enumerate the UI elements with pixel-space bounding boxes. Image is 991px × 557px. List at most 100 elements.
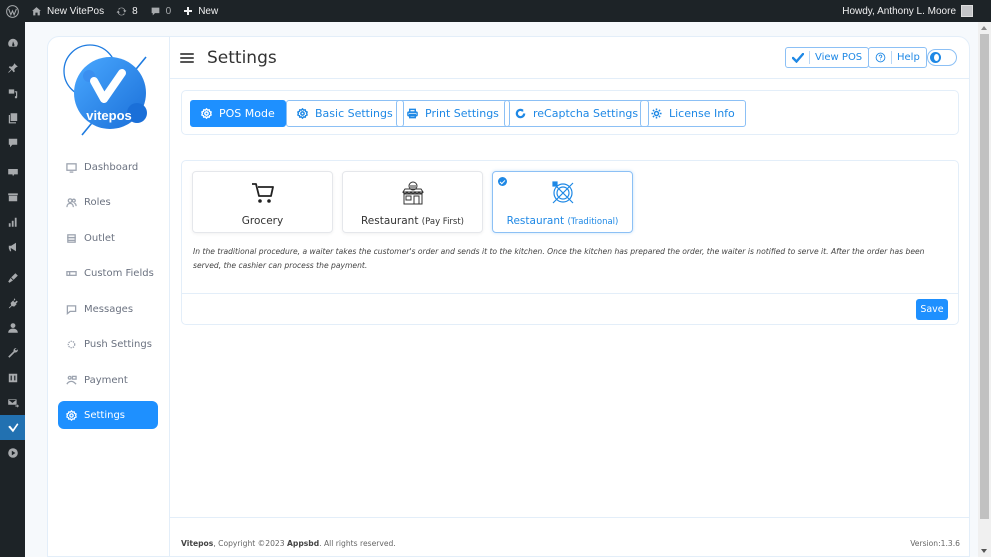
tab-basic-settings[interactable]: Basic Settings — [286, 100, 404, 127]
site-name: New VitePos — [47, 5, 105, 17]
sidebar-item-label: Roles — [84, 196, 111, 208]
field-icon — [66, 270, 77, 276]
menu-users[interactable] — [0, 315, 25, 340]
mode-option-grocery[interactable]: Grocery — [192, 171, 333, 233]
page-title: Settings — [207, 47, 277, 68]
copyright-end: . All rights reserved. — [319, 539, 396, 548]
pages-icon — [8, 112, 17, 123]
dashboard-icon — [7, 38, 18, 47]
push-icon — [67, 340, 76, 348]
menu-media[interactable] — [0, 80, 25, 105]
divider — [809, 51, 810, 64]
menu-settings[interactable] — [0, 365, 25, 390]
sidebar-item-label: Messages — [84, 303, 134, 315]
sidebar-item-label: Settings — [84, 409, 126, 421]
plus-icon — [184, 7, 193, 15]
menu-dashboard[interactable] — [0, 30, 25, 55]
copyright: Vitepos, Copyright ©2023 Appsbd. All rig… — [181, 539, 396, 548]
scrollbar-thumb[interactable] — [980, 34, 989, 519]
menu-vitepos[interactable] — [0, 415, 25, 440]
vitepos-app: vitepos Dashboard Roles Outlet Custom Fi… — [47, 36, 970, 557]
tab-label: POS Mode — [219, 107, 275, 120]
gear-icon — [66, 409, 77, 421]
media-icon — [8, 88, 17, 98]
vitepos-logo: vitepos — [63, 44, 147, 136]
menu-plugins[interactable] — [0, 290, 25, 315]
menu-woocommerce[interactable] — [0, 159, 25, 184]
wp-admin-bar: New VitePos 8 0 New Howdy, Anthony L. Mo… — [0, 0, 991, 22]
tools-icon — [7, 347, 18, 358]
vitepos-sidebar: vitepos Dashboard Roles Outlet Custom Fi… — [48, 37, 170, 557]
view-pos-button[interactable]: View POS — [785, 47, 870, 68]
menu-comments[interactable] — [0, 130, 25, 155]
updates-link[interactable]: 8 — [110, 0, 144, 22]
wp-logo-button[interactable] — [0, 0, 25, 22]
settings-icon — [8, 373, 17, 382]
tab-pos-mode[interactable]: POS Mode — [190, 100, 286, 127]
menu-tools[interactable] — [0, 340, 25, 365]
sidebar-item-outlet[interactable]: Outlet — [58, 224, 158, 252]
tab-label: Basic Settings — [315, 107, 393, 120]
mode-option-restaurant-pay-first[interactable]: Restaurant (Pay First) — [342, 171, 483, 233]
hamburger-menu-icon[interactable] — [180, 52, 194, 63]
brand-name: Vitepos — [181, 539, 214, 548]
tab-print-settings[interactable]: Print Settings — [396, 100, 510, 127]
menu-media-player[interactable] — [0, 440, 25, 465]
wordpress-icon — [6, 4, 19, 18]
menu-posts[interactable] — [0, 55, 25, 80]
vitepos-check-icon — [792, 52, 804, 63]
version-label: Version:1.3.6 — [910, 539, 960, 548]
users-icon — [7, 322, 18, 333]
woocommerce-icon — [7, 168, 18, 176]
menu-appearance[interactable] — [0, 265, 25, 290]
divider — [182, 293, 958, 294]
dark-mode-toggle[interactable] — [927, 49, 957, 66]
new-content-link[interactable]: New — [177, 0, 224, 22]
sidebar-item-messages[interactable]: Messages — [58, 295, 158, 323]
my-account-link[interactable]: Howdy, Anthony L. Moore — [842, 5, 991, 17]
dining-icon — [552, 181, 574, 204]
save-button[interactable]: Save — [916, 299, 948, 320]
menu-analytics[interactable] — [0, 209, 25, 234]
store-icon — [67, 233, 76, 243]
sidebar-item-custom-fields[interactable]: Custom Fields — [58, 259, 158, 287]
greeting: Howdy, Anthony L. Moore — [842, 5, 956, 17]
mail-icon — [7, 398, 19, 408]
comments-link[interactable]: 0 — [144, 0, 178, 22]
site-name-link[interactable]: New VitePos — [25, 0, 110, 22]
tab-license-info[interactable]: License Info — [640, 100, 746, 127]
recaptcha-icon — [515, 108, 526, 119]
moon-icon — [930, 52, 941, 63]
help-button[interactable]: Help — [868, 47, 927, 68]
scroll-down-icon[interactable] — [981, 549, 987, 553]
sidebar-item-payment[interactable]: Payment — [58, 366, 158, 394]
help-icon — [875, 52, 886, 63]
sidebar-item-label: Push Settings — [84, 338, 152, 350]
play-icon — [7, 447, 18, 458]
analytics-icon — [8, 217, 17, 227]
tab-label: License Info — [669, 107, 735, 120]
menu-marketing[interactable] — [0, 234, 25, 259]
sidebar-item-push-settings[interactable]: Push Settings — [58, 330, 158, 358]
menu-mail[interactable] — [0, 390, 25, 415]
menu-products[interactable] — [0, 184, 25, 209]
menu-pages[interactable] — [0, 105, 25, 130]
sidebar-item-settings[interactable]: Settings — [58, 401, 158, 429]
scroll-up-icon[interactable] — [981, 26, 987, 30]
sidebar-item-label: Custom Fields — [84, 267, 154, 279]
mode-option-restaurant-traditional[interactable]: Restaurant (Traditional) — [492, 171, 633, 233]
mode-label: Restaurant (Traditional) — [506, 215, 619, 227]
gear-icon — [297, 108, 308, 119]
sidebar-item-roles[interactable]: Roles — [58, 188, 158, 216]
sidebar-item-dashboard[interactable]: Dashboard — [58, 153, 158, 181]
payment-icon — [66, 375, 77, 385]
users-icon — [66, 197, 77, 207]
vitepos-main: Settings View POS Help POS Mode Basic Se… — [170, 37, 970, 557]
divider — [891, 51, 892, 64]
mode-label: Restaurant (Pay First) — [360, 215, 465, 227]
sun-icon — [651, 108, 662, 119]
updates-icon — [116, 7, 127, 15]
tab-recaptcha-settings[interactable]: reCaptcha Settings — [504, 100, 650, 127]
plugins-icon — [8, 297, 18, 308]
page-scrollbar[interactable] — [978, 22, 991, 557]
